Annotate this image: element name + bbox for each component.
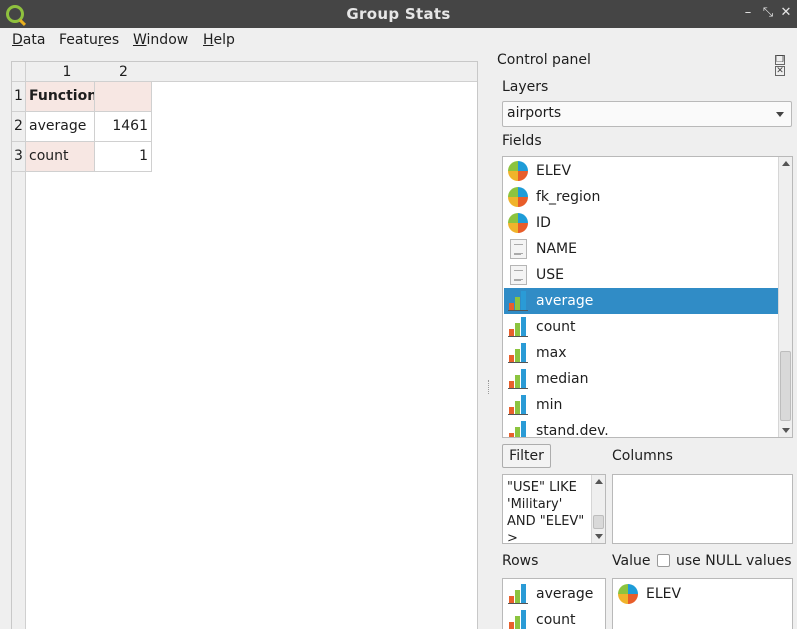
- menu-help[interactable]: Help: [203, 32, 235, 48]
- menu-data[interactable]: Data: [12, 32, 45, 48]
- table-cell[interactable]: [95, 82, 152, 112]
- menu-bar: Data Features Window Help: [0, 28, 797, 53]
- restore-button[interactable]: ⤡: [759, 4, 777, 22]
- menu-features[interactable]: Features: [59, 32, 119, 48]
- row-header-2[interactable]: 2: [12, 112, 26, 142]
- value-label: Value: [612, 553, 651, 569]
- layer-combobox[interactable]: airports: [502, 101, 792, 127]
- list-item-selected[interactable]: average: [504, 288, 778, 314]
- statistic-icon: [508, 343, 528, 363]
- statistic-icon: [508, 291, 528, 311]
- list-item[interactable]: min: [504, 392, 778, 418]
- layers-label: Layers: [502, 79, 549, 95]
- numeric-field-icon: [508, 187, 528, 207]
- close-window-button[interactable]: ✕: [777, 4, 795, 22]
- table-cell[interactable]: Function: [26, 82, 95, 112]
- results-table[interactable]: 1 2 1 2 3 Function average 1461 count 1: [11, 61, 478, 629]
- list-item[interactable]: max: [504, 340, 778, 366]
- fields-scrollbar[interactable]: [778, 157, 792, 437]
- rows-list[interactable]: average count: [502, 578, 606, 629]
- fields-label: Fields: [502, 133, 542, 149]
- row-header-3[interactable]: 3: [12, 142, 26, 172]
- chevron-down-icon: [776, 112, 784, 117]
- text-field-icon: [510, 265, 527, 285]
- table-corner[interactable]: [12, 62, 26, 82]
- list-item[interactable]: ELEV: [504, 158, 778, 184]
- columns-list[interactable]: [612, 474, 793, 544]
- column-header-2[interactable]: 2: [95, 62, 153, 82]
- window-title: Group Stats: [346, 5, 451, 23]
- list-item[interactable]: fk_region: [504, 184, 778, 210]
- value-list[interactable]: ELEV: [612, 578, 793, 629]
- list-item[interactable]: count: [504, 314, 778, 340]
- columns-label: Columns: [612, 448, 673, 464]
- list-item[interactable]: median: [504, 366, 778, 392]
- list-item[interactable]: count: [504, 607, 605, 629]
- table-cell[interactable]: 1: [95, 142, 152, 172]
- use-null-values-checkbox[interactable]: [657, 554, 670, 567]
- numeric-field-icon: [618, 584, 638, 604]
- close-panel-icon[interactable]: ✕: [775, 66, 785, 76]
- statistic-icon: [508, 369, 528, 389]
- statistic-icon: [508, 395, 528, 415]
- filter-button[interactable]: Filter: [502, 444, 551, 468]
- scroll-down-icon[interactable]: [595, 534, 603, 539]
- list-item[interactable]: ELEV: [614, 581, 792, 607]
- statistic-icon: [508, 610, 528, 629]
- header-filler: [152, 62, 477, 82]
- layer-combobox-value: airports: [507, 105, 562, 121]
- dock-splitter-handle[interactable]: [488, 380, 491, 394]
- table-cell[interactable]: average: [26, 112, 95, 142]
- scroll-up-icon[interactable]: [782, 161, 790, 166]
- dock-buttons: ❐✕: [775, 54, 797, 76]
- list-item[interactable]: average: [504, 581, 605, 607]
- float-panel-icon[interactable]: ❐: [775, 55, 785, 65]
- filter-expression-box[interactable]: "USE" LIKE 'Military' AND "ELEV" >: [502, 474, 606, 546]
- list-item[interactable]: USE: [504, 262, 778, 288]
- scroll-up-icon[interactable]: [595, 479, 603, 484]
- menu-window[interactable]: Window: [133, 32, 188, 48]
- filter-expression-text: "USE" LIKE 'Military' AND "ELEV" >: [507, 480, 589, 546]
- title-bar: Group Stats – ⤡ ✕: [0, 0, 797, 28]
- numeric-field-icon: [508, 161, 528, 181]
- list-item[interactable]: stand.dev.: [504, 418, 778, 437]
- table-cell[interactable]: count: [26, 142, 95, 172]
- text-field-icon: [510, 239, 527, 259]
- scrollbar-thumb[interactable]: [780, 351, 791, 421]
- statistic-icon: [508, 421, 528, 437]
- control-panel-title: Control panel: [497, 52, 591, 68]
- list-item[interactable]: NAME: [504, 236, 778, 262]
- scroll-down-icon[interactable]: [782, 428, 790, 433]
- row-header-1[interactable]: 1: [12, 82, 26, 112]
- fields-list[interactable]: ELEV fk_region ID NAME USE average count…: [502, 156, 793, 438]
- statistic-icon: [508, 317, 528, 337]
- statistic-icon: [508, 584, 528, 604]
- filter-scrollbar[interactable]: [591, 475, 605, 543]
- numeric-field-icon: [508, 213, 528, 233]
- minimize-button[interactable]: –: [739, 4, 757, 22]
- table-cell[interactable]: 1461: [95, 112, 152, 142]
- scrollbar-thumb[interactable]: [593, 515, 604, 529]
- rows-label: Rows: [502, 553, 539, 569]
- row-header-filler: [12, 172, 26, 629]
- list-item[interactable]: ID: [504, 210, 778, 236]
- use-null-values-label[interactable]: use NULL values: [676, 553, 792, 569]
